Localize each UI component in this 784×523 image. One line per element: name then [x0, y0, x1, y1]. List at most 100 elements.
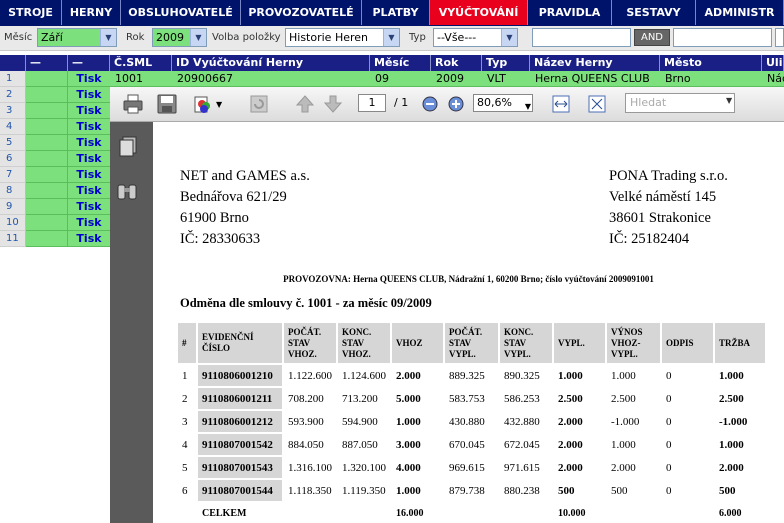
table-row[interactable]: 10 Tisk [0, 215, 110, 231]
grid-header-cell[interactable]: Město [660, 55, 762, 71]
table-cell: 1 [176, 363, 198, 388]
menu-item-8[interactable]: ADMINISTR [696, 0, 784, 25]
row-number: 8 [0, 183, 26, 199]
table-row[interactable]: 3 Tisk [0, 103, 110, 119]
filter-text-input-1[interactable] [532, 28, 631, 47]
table-row[interactable]: 8 Tisk [0, 183, 110, 199]
grid-header-cell[interactable]: — [26, 55, 68, 71]
row-select-cell[interactable] [26, 215, 68, 231]
fit-page-icon[interactable] [586, 93, 608, 115]
print-link[interactable]: Tisk [68, 87, 110, 103]
grid-header-cell[interactable]: Měsíc [370, 55, 431, 71]
print-link[interactable]: Tisk [68, 215, 110, 231]
page-number-input[interactable]: 1 [358, 94, 386, 112]
month-value: Září [41, 31, 63, 44]
table-row[interactable]: 7 Tisk [0, 167, 110, 183]
menu-item-3[interactable]: PROVOZOVATELÉ [241, 0, 362, 25]
menu-item-6[interactable]: PRAVIDLA [528, 0, 612, 25]
pdf-viewer: ▼ 1 / 1 80,6% ▼ Hledat ▼ NET and GAMES a… [110, 87, 784, 523]
menu-item-5[interactable]: VYÚČTOVÁNÍ [430, 0, 528, 25]
grid-header-cell[interactable]: Č.SML [110, 55, 172, 71]
month-label: Měsíc [4, 32, 33, 43]
chevron-down-icon[interactable]: ▼ [216, 100, 222, 109]
grid-header-cell[interactable]: ID Vyúčtování Herny [172, 55, 370, 71]
print-link[interactable]: Tisk [68, 119, 110, 135]
table-row[interactable]: 2 Tisk [0, 87, 110, 103]
customer-line: 38601 Strakonice [609, 210, 711, 226]
type-select[interactable]: --Vše--- ▼ [433, 28, 518, 47]
year-select[interactable]: 2009 ▼ [152, 28, 207, 47]
zoom-out-icon[interactable] [422, 96, 438, 112]
row-number: 3 [0, 103, 26, 119]
filter-text-input-3[interactable] [775, 28, 784, 47]
menu-item-0[interactable]: STROJE [0, 0, 62, 25]
total-cell: 6.000 [713, 501, 767, 523]
export-format-icon[interactable] [192, 93, 214, 115]
page-up-icon[interactable] [294, 93, 316, 115]
table-cell: 9110806001211 [196, 386, 284, 411]
menu-item-1[interactable]: HERNY [62, 0, 121, 25]
row-select-cell[interactable] [26, 199, 68, 215]
table-cell: 1.000 [713, 432, 767, 457]
grid-header-cell[interactable]: Rok [431, 55, 482, 71]
print-link[interactable]: Tisk [68, 103, 110, 119]
zoom-select[interactable]: 80,6% ▼ [473, 94, 533, 112]
page-down-icon[interactable] [322, 93, 344, 115]
print-link[interactable]: Tisk [68, 199, 110, 215]
and-button[interactable]: AND [634, 29, 670, 46]
table-cell: 583.753 [443, 386, 500, 411]
grid-header-cell[interactable]: — [68, 55, 110, 71]
pages-icon[interactable] [118, 136, 138, 158]
item-choice-select[interactable]: Historie Heren ▼ [285, 28, 400, 47]
row-select-cell[interactable] [26, 71, 68, 87]
row-number: 9 [0, 199, 26, 215]
print-link[interactable]: Tisk [68, 167, 110, 183]
row-select-cell[interactable] [26, 167, 68, 183]
print-link[interactable]: Tisk [68, 183, 110, 199]
supplier-line: NET and GAMES a.s. [180, 168, 310, 184]
menu-item-4[interactable]: PLATBY [362, 0, 430, 25]
row-select-cell[interactable] [26, 103, 68, 119]
table-cell: 9110807001543 [196, 455, 284, 480]
supplier-line: IČ: 28330633 [180, 231, 261, 247]
refresh-icon[interactable] [248, 93, 270, 115]
row-select-cell[interactable] [26, 135, 68, 151]
table-row[interactable]: 1001 20900667 09 2009 VLT Herna QUEENS C… [110, 71, 784, 87]
print-link[interactable]: Tisk [68, 151, 110, 167]
table-row[interactable]: 4 Tisk [0, 119, 110, 135]
print-link[interactable]: Tisk [68, 231, 110, 247]
total-cell [336, 501, 392, 523]
filter-text-input-2[interactable] [673, 28, 772, 47]
chevron-down-icon[interactable]: ▼ [726, 96, 732, 105]
row-select-cell[interactable] [26, 183, 68, 199]
chevron-down-icon: ▼ [501, 29, 517, 46]
binoculars-icon[interactable] [116, 181, 138, 201]
row-select-cell[interactable] [26, 231, 68, 247]
fit-width-icon[interactable] [550, 93, 572, 115]
table-cell: 1.124.600 [336, 363, 392, 388]
table-row[interactable]: 11 Tisk [0, 231, 110, 247]
grid-header-cell[interactable]: Název Herny [530, 55, 660, 71]
column-header: VYPL. [552, 321, 607, 365]
table-row[interactable]: 5 Tisk [0, 135, 110, 151]
table-row[interactable]: 6 Tisk [0, 151, 110, 167]
table-row[interactable]: 1 Tisk [0, 71, 110, 87]
table-cell: 0 [660, 455, 715, 480]
row-select-cell[interactable] [26, 151, 68, 167]
zoom-in-icon[interactable] [448, 96, 464, 112]
search-input[interactable]: Hledat [625, 93, 735, 113]
menu-item-2[interactable]: OBSLUHOVATELÉ [121, 0, 241, 25]
table-cell: 890.325 [498, 363, 554, 388]
print-icon[interactable] [122, 93, 144, 115]
row-select-cell[interactable] [26, 87, 68, 103]
month-select[interactable]: Září ▼ [37, 28, 117, 47]
grid-header-cell[interactable]: Typ [482, 55, 530, 71]
menu-item-7[interactable]: SESTAVY [612, 0, 696, 25]
row-select-cell[interactable] [26, 119, 68, 135]
table-row[interactable]: 9 Tisk [0, 199, 110, 215]
print-link[interactable]: Tisk [68, 71, 110, 87]
table-cell: 500 [552, 478, 607, 503]
save-icon[interactable] [156, 93, 178, 115]
grid-header-cell[interactable]: Ulice [762, 55, 784, 71]
print-link[interactable]: Tisk [68, 135, 110, 151]
